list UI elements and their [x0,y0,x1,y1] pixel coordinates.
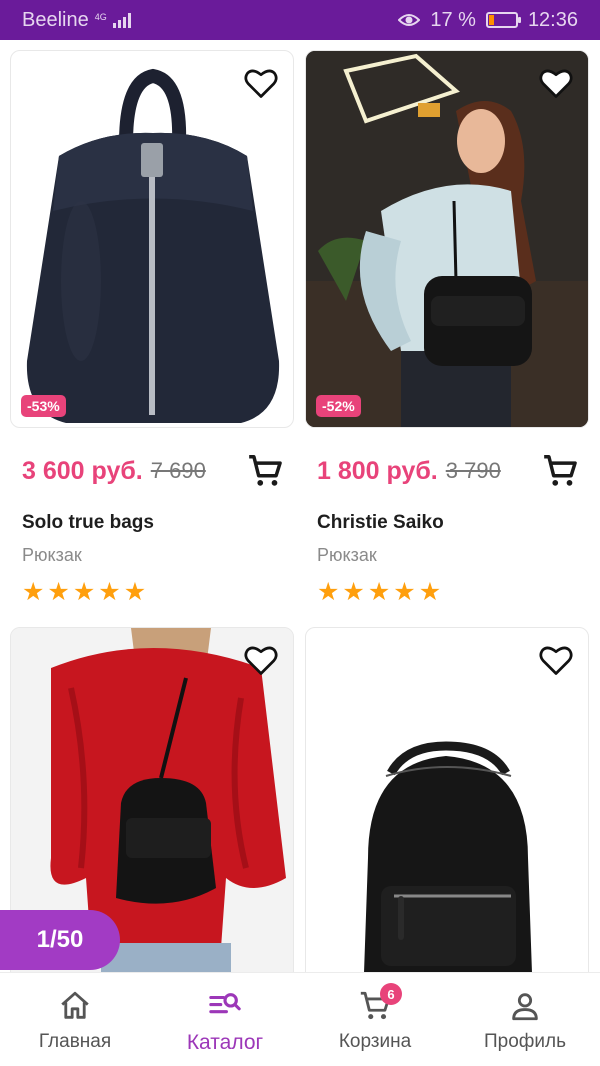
product-card[interactable] [305,627,589,972]
rating-stars: ★ ★ ★ ★ ★ [22,580,146,605]
star-icon: ★ [393,578,416,606]
price: 1 800 руб. [317,456,438,485]
cart-count-badge: 6 [380,983,402,1005]
product-grid[interactable]: -53% 3 600 руб. 7 690 Solo true bags Рюк… [0,40,600,972]
price-row: 1 800 руб. 3 790 [317,452,579,490]
price-row: 3 600 руб. 7 690 [22,452,284,490]
battery-icon [485,12,521,28]
eye-icon [398,14,421,26]
star-icon: ★ [367,578,391,606]
product-card[interactable]: -52% 1 800 руб. 3 790 Christie Saiko Рюк… [305,50,589,630]
status-bar: Beeline 4G 17 % 12:36 [0,0,600,40]
heart-icon[interactable] [243,642,279,678]
star-icon: ★ [47,578,70,606]
rating-stars: ★ ★ ★ ★ ★ [317,580,441,605]
heart-icon[interactable] [538,65,574,101]
nav-catalog-label: Каталог [186,1031,264,1054]
star-icon: ★ [317,578,340,606]
home-icon [61,991,89,1019]
star-icon: ★ [72,578,96,606]
heart-icon[interactable] [243,65,279,101]
bottom-navigation: Главная Каталог 6 Корзина Профиль [0,972,600,1066]
backpack-image [26,68,280,423]
price: 3 600 руб. [22,456,143,485]
carrier-name: Beeline [22,8,89,31]
star-icon: ★ [22,578,45,606]
star-icon: ★ [342,578,365,606]
product-brand[interactable]: Solo true bags [22,512,154,534]
discount-badge: -52% [316,395,361,417]
cart-icon-wrapper: 6 [358,983,402,1023]
discount-badge: -53% [21,395,66,417]
black-backpack-image [364,741,532,972]
catalog-search-icon [209,993,241,1014]
star-icon: ★ [418,578,442,606]
clock: 12:36 [527,8,578,31]
nav-profile-label: Профиль [483,1031,567,1052]
star-icon: ★ [123,578,147,606]
profile-icon [512,993,538,1021]
nav-cart-label: Корзина [338,1031,412,1052]
nav-profile[interactable]: Профиль [450,973,600,1066]
old-price: 3 790 [445,458,501,483]
status-right: 17 % 12:36 [398,9,578,32]
product-card[interactable]: -53% 3 600 руб. 7 690 Solo true bags Рюк… [10,50,294,630]
page-indicator: 1/50 [0,910,120,970]
battery-percent: 17 % [430,8,476,31]
add-to-cart-icon[interactable] [246,452,284,490]
model-backpack-image [306,51,588,427]
nav-home[interactable]: Главная [0,973,150,1066]
old-price: 7 690 [150,458,206,483]
network-type: 4G [94,11,107,22]
signal-icon [112,12,131,28]
product-type: Рюкзак [22,545,82,565]
add-to-cart-icon[interactable] [541,452,579,490]
product-brand[interactable]: Christie Saiko [317,512,444,534]
status-left: Beeline 4G [22,9,131,32]
product-image[interactable] [305,627,589,972]
nav-home-label: Главная [38,1031,112,1052]
nav-cart[interactable]: 6 Корзина [300,973,450,1066]
product-type: Рюкзак [317,545,377,565]
product-image[interactable]: -52% [305,50,589,428]
star-icon: ★ [98,578,121,606]
nav-catalog[interactable]: Каталог [150,973,300,1066]
heart-icon[interactable] [538,642,574,678]
product-image[interactable]: -53% [10,50,294,428]
